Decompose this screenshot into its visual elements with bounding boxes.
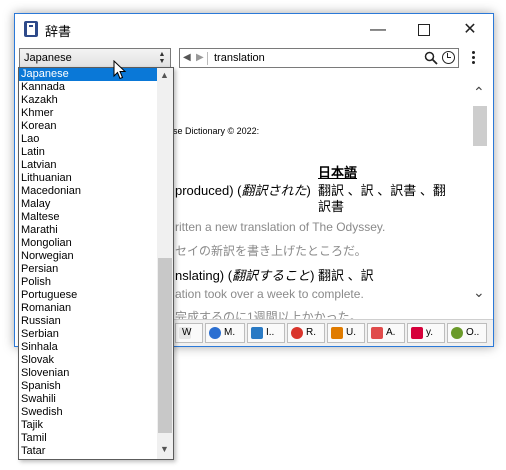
sense-2-japanese: 翻訳 、訳 (318, 268, 374, 283)
scroll-down-icon[interactable]: ⌄ (473, 284, 485, 301)
mouse-pointer-icon (113, 60, 127, 80)
language-option[interactable]: Khmer (19, 107, 157, 120)
dict-tab-i[interactable]: I.. (247, 323, 285, 343)
dict-tab-a[interactable]: A. (367, 323, 405, 343)
dict-r-icon (291, 327, 303, 339)
language-option[interactable]: Latvian (19, 159, 157, 172)
language-option[interactable]: Tajik (19, 419, 157, 432)
sense-1-japanese-cont: 訳書 (318, 199, 345, 214)
dict-tab-r[interactable]: R. (287, 323, 325, 343)
scroll-up-icon[interactable]: ⌃ (473, 84, 485, 101)
dict-tab-m[interactable]: M. (205, 323, 245, 343)
language-option[interactable]: Malay (19, 198, 157, 211)
dict-tab-u[interactable]: U. (327, 323, 365, 343)
dict-tab-o[interactable]: O.. (447, 323, 487, 343)
dict-tab-w[interactable]: W (175, 323, 203, 343)
language-option[interactable]: Latin (19, 146, 157, 159)
example-2-japanese: 完成するのに1週間以上かかった。 (175, 310, 362, 319)
dictionary-tabs-bar: W M. I.. R. U. A. y. O.. (173, 319, 493, 346)
dict-u-icon (331, 327, 343, 339)
language-option[interactable]: Tatar (19, 445, 157, 458)
language-select-value: Japanese (24, 52, 72, 64)
sense-2-gloss: nslating) (翻訳すること) (175, 268, 315, 283)
window-title: 辞書 (45, 24, 72, 39)
more-options-icon[interactable] (471, 51, 477, 67)
definition-pane: se Dictionary © 2022: 日本語 produced) (翻訳さ… (173, 72, 469, 319)
language-options: Japanese Kannada Kazakh Khmer Korean Lao Latin… (19, 68, 157, 458)
history-clock-icon[interactable] (442, 51, 455, 64)
copyright-line: se Dictionary © 2022: (173, 126, 260, 136)
language-option[interactable]: Japanese (19, 68, 157, 81)
language-option[interactable]: Norwegian (19, 250, 157, 263)
language-option[interactable]: Kannada (19, 81, 157, 94)
sense-2-italic: 翻訳すること (232, 268, 311, 283)
example-2-english: ation took over a week to complete. (175, 287, 364, 301)
language-option[interactable]: Spanish (19, 380, 157, 393)
dropdown-scroll-thumb[interactable] (158, 258, 172, 433)
language-option[interactable]: Portuguese (19, 289, 157, 302)
language-option[interactable]: Swahili (19, 393, 157, 406)
dict-m-icon (209, 327, 221, 339)
dict-o-icon (451, 327, 463, 339)
maximize-button[interactable] (401, 14, 447, 45)
language-option[interactable]: Maltese (19, 211, 157, 224)
language-option[interactable]: Polish (19, 276, 157, 289)
dropdown-scroll-up-icon[interactable]: ▲ (160, 70, 169, 80)
language-select[interactable]: Japanese ▲ ▼ (19, 48, 171, 68)
close-button[interactable]: ✕ (447, 14, 493, 45)
language-option[interactable]: Lithuanian (19, 172, 157, 185)
title-bar[interactable]: 辞書 — ✕ (15, 14, 493, 45)
dropdown-scrollbar[interactable]: ▲ ▼ (157, 68, 173, 459)
back-arrow-icon[interactable]: ◀ (183, 52, 191, 63)
language-option[interactable]: Tamil (19, 432, 157, 445)
sense-1-text: produced) ( (175, 183, 242, 198)
maximize-icon (418, 23, 430, 36)
language-option[interactable]: Slovak (19, 354, 157, 367)
language-option[interactable]: Russian (19, 315, 157, 328)
language-option[interactable]: Korean (19, 120, 157, 133)
dict-tab-y[interactable]: y. (407, 323, 445, 343)
language-dropdown-list[interactable]: Japanese Kannada Kazakh Khmer Korean Lao Latin… (18, 67, 174, 460)
language-option[interactable]: Mongolian (19, 237, 157, 250)
language-heading: 日本語 (318, 165, 358, 180)
sense-2-text: nslating) ( (175, 268, 233, 283)
content-scrollbar[interactable]: ⌃ ⌄ (471, 84, 489, 306)
language-option[interactable]: Kazakh (19, 94, 157, 107)
language-option[interactable]: Lao (19, 133, 157, 146)
dropdown-scroll-down-icon[interactable]: ▼ (160, 444, 169, 454)
app-book-icon (24, 21, 38, 37)
sense-1-italic: 翻訳された (241, 183, 307, 198)
example-1-english: ritten a new translation of The Odyssey. (175, 220, 386, 234)
language-option[interactable]: Marathi (19, 224, 157, 237)
forward-arrow-icon[interactable]: ▶ (196, 52, 204, 63)
search-icon[interactable] (424, 51, 438, 65)
language-option[interactable]: Serbian (19, 328, 157, 341)
search-box[interactable]: ◀ ▶ translation (179, 48, 459, 68)
language-option[interactable]: Slovenian (19, 367, 157, 380)
language-option[interactable]: Swedish (19, 406, 157, 419)
language-option[interactable]: Macedonian (19, 185, 157, 198)
language-option[interactable]: Romanian (19, 302, 157, 315)
dict-i-icon (251, 327, 263, 339)
minimize-button[interactable]: — (355, 14, 401, 45)
nav-divider (207, 52, 208, 65)
scrollbar-thumb[interactable] (473, 106, 487, 146)
sense-1-gloss: produced) (翻訳された) (175, 183, 311, 198)
updown-arrows-icon: ▲ ▼ (158, 51, 166, 65)
search-input[interactable]: translation (214, 52, 265, 64)
language-option[interactable]: Sinhala (19, 341, 157, 354)
dict-a-icon (371, 327, 383, 339)
example-1-japanese: セイの新訳を書き上げたところだ。 (175, 244, 367, 258)
language-option[interactable]: Persian (19, 263, 157, 276)
dict-y-icon (411, 327, 423, 339)
